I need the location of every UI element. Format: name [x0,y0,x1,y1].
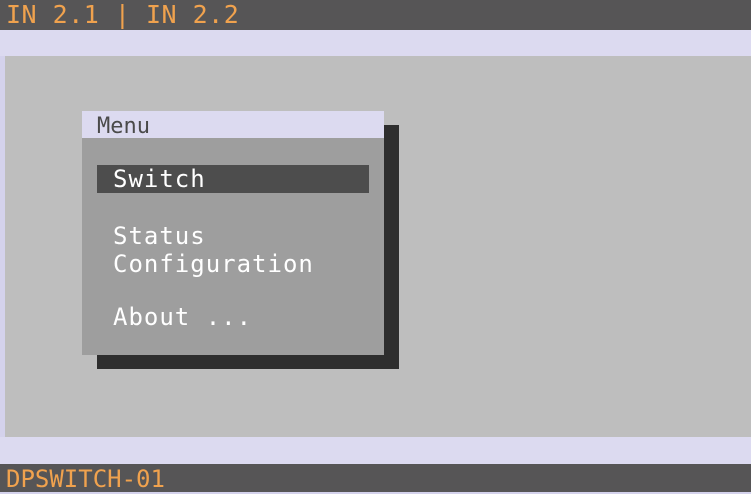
menu-item-configuration[interactable]: Configuration [97,250,369,278]
menu-item-about[interactable]: About ... [97,303,369,331]
top-strip [0,30,751,56]
menu-title: Menu [97,114,150,139]
menu-item-status[interactable]: Status [97,222,369,250]
bottom-status-bar: DPSWITCH-01 [0,464,751,493]
device-name-label: DPSWITCH-01 [6,465,165,493]
input-channels-label: IN 2.1 | IN 2.2 [6,0,240,29]
menu-panel: Menu Switch Status Configuration About .… [82,111,384,355]
menu-title-bar: Menu [82,111,384,139]
menu-item-switch[interactable]: Switch [97,165,369,193]
bottom-strip [0,437,751,464]
top-status-bar: IN 2.1 | IN 2.2 [0,0,751,30]
